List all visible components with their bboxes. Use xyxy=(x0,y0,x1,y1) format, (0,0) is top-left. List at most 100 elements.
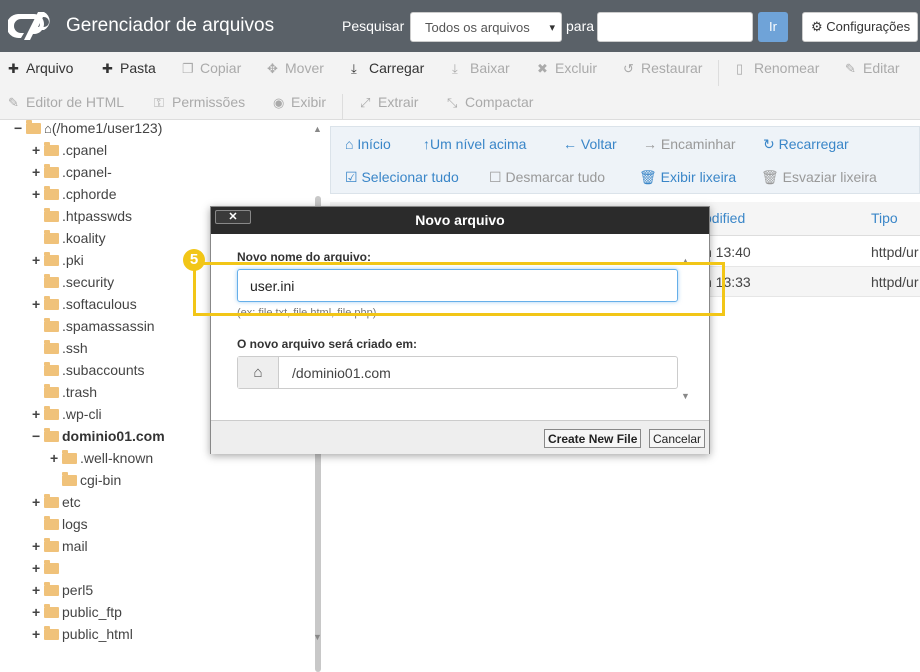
tree-item[interactable]: + .well-known xyxy=(50,450,153,472)
expand-icon[interactable]: + xyxy=(32,164,44,180)
tree-item[interactable]: + public_ftp xyxy=(32,604,122,626)
tree-item[interactable]: + .cphorde xyxy=(32,186,116,208)
expand-icon[interactable]: + xyxy=(32,406,44,422)
reload-button[interactable]: ↻ Recarregar xyxy=(763,136,849,153)
view-button[interactable]: ◉ Exibir xyxy=(273,94,326,111)
download-button[interactable]: ⤓ Baixar xyxy=(452,60,510,77)
extract-button[interactable]: ⤢ Extrair xyxy=(360,94,418,111)
back-button[interactable]: ← Voltar xyxy=(563,136,617,152)
tree-item[interactable]: logs xyxy=(32,516,88,538)
search-input[interactable] xyxy=(597,12,753,42)
tree-item-selected[interactable]: − dominio01.com xyxy=(32,428,165,450)
tree-item[interactable]: + .cpanel xyxy=(32,142,107,164)
expand-icon[interactable]: + xyxy=(32,252,44,268)
column-header-modified[interactable]: odified xyxy=(704,210,745,226)
column-header-type[interactable]: Tipo xyxy=(871,210,898,226)
view-label: Exibir xyxy=(291,94,327,110)
expand-icon[interactable]: + xyxy=(32,582,44,598)
tree-item[interactable]: .ssh xyxy=(32,340,88,362)
up-level-button[interactable]: ↑Um nível acima xyxy=(423,136,526,152)
tree-item[interactable]: cgi-bin xyxy=(50,472,121,494)
expand-icon[interactable]: + xyxy=(32,626,44,642)
tree-item[interactable]: .trash xyxy=(32,384,97,406)
gear-icon: ⚙ xyxy=(811,19,823,34)
search-go-button[interactable]: Ir xyxy=(758,12,788,42)
delete-button[interactable]: ✖ Excluir xyxy=(537,60,597,77)
tree-item[interactable]: + .cpanel- xyxy=(32,164,112,186)
tree-item-label: .pki xyxy=(62,252,84,268)
deselect-all-button[interactable]: ☐ Desmarcar tudo xyxy=(489,169,605,186)
tree-item[interactable]: .htpasswds xyxy=(32,208,132,230)
create-file-button[interactable]: Create New File xyxy=(544,429,642,448)
download-label: Baixar xyxy=(470,60,510,76)
expand-icon[interactable]: + xyxy=(32,142,44,158)
tree-item[interactable]: .spamassassin xyxy=(32,318,155,340)
scroll-down-icon[interactable]: ▼ xyxy=(681,391,690,401)
expand-icon[interactable]: + xyxy=(32,494,44,510)
edit-button[interactable]: ✎ Editar xyxy=(845,60,900,77)
step-badge: 5 xyxy=(183,249,205,271)
rename-button[interactable]: ▯ Renomear xyxy=(736,60,819,77)
tree-item[interactable]: + etc xyxy=(32,494,81,516)
tree-root-label: (/home1/user123) xyxy=(51,120,163,136)
download-icon: ⤓ xyxy=(452,61,458,76)
tree-item[interactable]: + .pki xyxy=(32,252,84,274)
empty-trash-button[interactable]: 🗑 Esvaziar lixeira xyxy=(761,169,877,186)
tree-item-label: .softaculous xyxy=(62,296,137,312)
tree-item[interactable]: .subaccounts xyxy=(32,362,145,384)
edit-icon: ✎ xyxy=(8,95,19,110)
tree-item[interactable]: + .wp-cli xyxy=(32,406,102,428)
scroll-down-icon[interactable]: ▼ xyxy=(313,632,322,642)
move-button[interactable]: ✥ Mover xyxy=(267,60,324,77)
tree-item[interactable]: + xyxy=(32,560,62,582)
html-editor-button[interactable]: ✎ Editor de HTML xyxy=(8,94,124,111)
select-all-button[interactable]: ☑ Selecionar tudo xyxy=(345,169,459,186)
folder-icon xyxy=(44,582,59,596)
annotation-highlight xyxy=(193,262,725,316)
new-file-button[interactable]: ✚ Arquivo xyxy=(8,60,73,77)
home-button[interactable]: ⌂ Início xyxy=(345,136,391,152)
tree-item[interactable]: + public_html xyxy=(32,626,133,644)
tree-item[interactable]: + .softaculous xyxy=(32,296,137,318)
forward-button[interactable]: → Encaminhar xyxy=(643,136,736,152)
tree-root[interactable]: − ⌂(/home1/user123) xyxy=(14,120,162,142)
view-trash-button[interactable]: 🗑 Exibir lixeira xyxy=(639,169,736,186)
close-button[interactable]: ✕ xyxy=(215,210,251,224)
tree-item-label: public_ftp xyxy=(62,604,122,620)
folder-icon xyxy=(62,450,77,464)
expand-icon[interactable]: + xyxy=(32,560,44,576)
upload-button[interactable]: ⤓ Carregar xyxy=(351,60,424,77)
compress-icon: ⤡ xyxy=(447,95,458,110)
folder-open-icon xyxy=(26,120,41,134)
new-folder-button[interactable]: ✚ Pasta xyxy=(102,60,156,77)
copy-button[interactable]: ❐ Copiar xyxy=(182,60,241,77)
folder-icon xyxy=(44,538,59,552)
new-folder-label: Pasta xyxy=(120,60,156,76)
expand-icon[interactable]: + xyxy=(32,604,44,620)
folder-icon xyxy=(44,362,59,376)
expand-icon[interactable]: + xyxy=(50,450,62,466)
compress-button[interactable]: ⤡ Compactar xyxy=(447,94,533,111)
settings-button[interactable]: ⚙ Configurações xyxy=(802,12,918,42)
collapse-icon[interactable]: − xyxy=(32,428,44,444)
folder-icon xyxy=(44,494,59,508)
expand-icon[interactable]: + xyxy=(32,296,44,312)
permissions-label: Permissões xyxy=(172,94,246,110)
tree-item[interactable]: .koality xyxy=(32,230,106,252)
collapse-icon[interactable]: − xyxy=(14,120,26,136)
expand-icon[interactable]: + xyxy=(32,538,44,554)
expand-icon[interactable]: + xyxy=(32,186,44,202)
search-scope-select[interactable]: Todos os arquivos ▾ xyxy=(410,12,562,42)
restore-button[interactable]: ↺ Restaurar xyxy=(623,60,702,77)
permissions-button[interactable]: ⚿ Permissões xyxy=(154,94,245,111)
tree-item[interactable]: .security xyxy=(32,274,114,296)
scroll-up-icon[interactable]: ▲ xyxy=(313,124,322,134)
folder-icon xyxy=(44,340,59,354)
folder-icon xyxy=(44,406,59,420)
view-trash-label: Exibir lixeira xyxy=(660,169,737,185)
tree-item[interactable]: + perl5 xyxy=(32,582,93,604)
folder-icon xyxy=(44,604,59,618)
checkbox-checked-icon: ☑ xyxy=(345,169,358,185)
tree-item[interactable]: + mail xyxy=(32,538,88,560)
cancel-button[interactable]: Cancelar xyxy=(649,429,706,448)
